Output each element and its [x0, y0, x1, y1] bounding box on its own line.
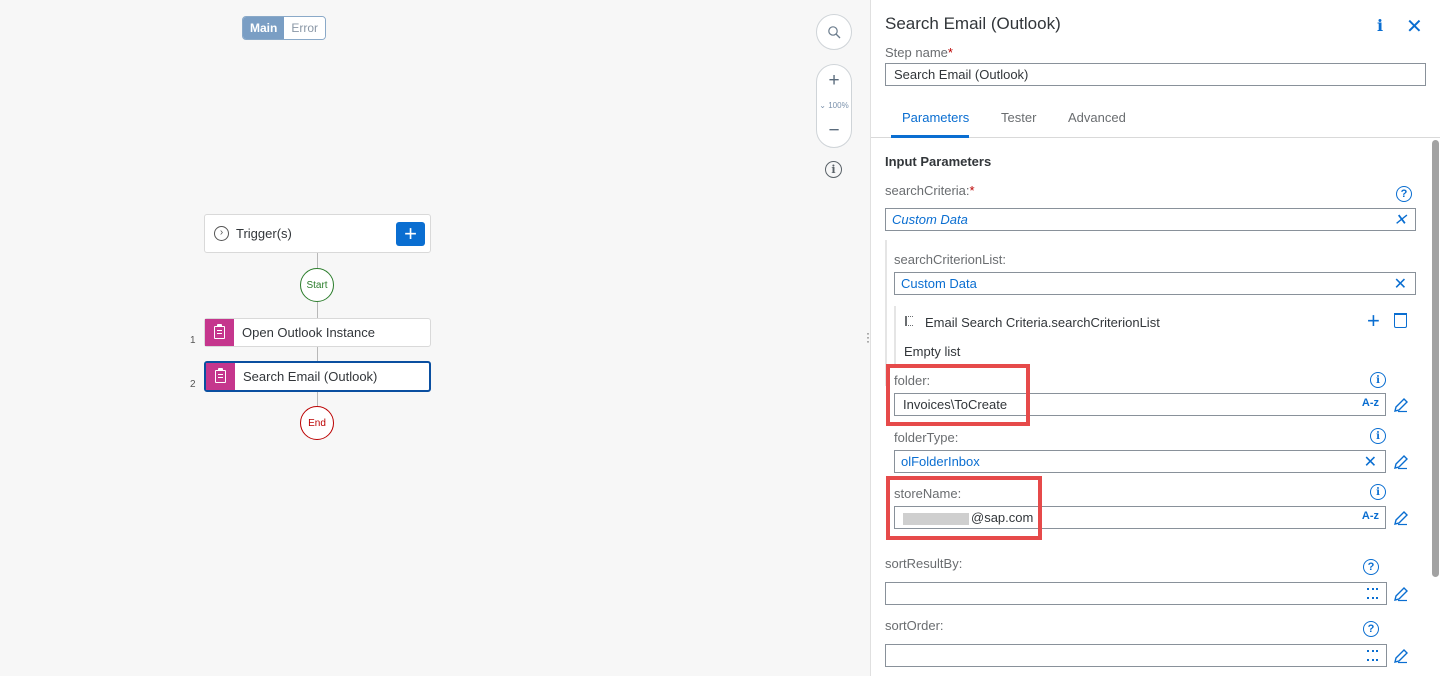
folder-highlight-box: [886, 364, 1030, 426]
step-search-email-outlook[interactable]: Search Email (Outlook): [204, 361, 431, 392]
zoom-control: + ⌄ 100% −: [816, 64, 852, 148]
searchcriterionlist-label: searchCriterionList:: [894, 252, 1006, 267]
edit-icon[interactable]: [1393, 586, 1409, 602]
active-tab-indicator: [891, 135, 969, 138]
close-icon[interactable]: ✕: [1406, 14, 1423, 39]
tab-tester[interactable]: Tester: [1001, 110, 1036, 125]
zoom-in-button[interactable]: +: [817, 71, 851, 91]
clear-icon[interactable]: ✕: [1394, 274, 1407, 294]
sortorder-field[interactable]: [885, 644, 1387, 667]
search-button[interactable]: [816, 14, 852, 50]
list-icon[interactable]: [1367, 650, 1378, 661]
branch-switch: Main Error: [242, 16, 327, 40]
end-node[interactable]: End: [300, 406, 334, 440]
step-label: Open Outlook Instance: [242, 325, 375, 340]
add-item-button[interactable]: +: [1367, 310, 1380, 332]
step-properties-panel: Search Email (Outlook) i ✕ Step name* Se…: [870, 0, 1440, 676]
clipboard-icon: [206, 363, 235, 390]
section-title: Input Parameters: [885, 154, 992, 169]
text-type-icon[interactable]: A-z: [1362, 510, 1379, 522]
required-marker: *: [969, 183, 975, 198]
step-number: 2: [190, 379, 196, 390]
search-icon: [828, 26, 841, 39]
flow-canvas: Main Error + ⌄ 100% − i › Trigger(s) + S…: [0, 0, 868, 676]
searchcriteria-label: searchCriteria:*: [885, 183, 975, 198]
step-number: 1: [190, 335, 196, 346]
step-open-outlook-instance[interactable]: Open Outlook Instance: [204, 318, 431, 347]
connector: [317, 253, 318, 268]
field-value: olFolderInbox: [901, 454, 980, 469]
field-value: Custom Data: [892, 212, 968, 227]
nesting-line: [894, 306, 896, 368]
list-icon: [905, 316, 913, 326]
zoom-out-button[interactable]: −: [817, 121, 851, 141]
panel-title: Search Email (Outlook): [885, 14, 1061, 33]
connector: [317, 392, 318, 406]
clear-icon[interactable]: ✕: [1364, 452, 1377, 472]
help-icon[interactable]: ?: [1363, 559, 1379, 575]
field-label: searchCriteria:: [885, 183, 970, 198]
add-trigger-button[interactable]: +: [396, 222, 425, 246]
foldertype-field[interactable]: olFolderInbox ✕: [894, 450, 1386, 473]
text-type-icon[interactable]: A-z: [1362, 397, 1379, 409]
clipboard-icon: [205, 319, 234, 346]
trigger-box[interactable]: › Trigger(s) +: [204, 214, 431, 253]
list-icon[interactable]: [1367, 588, 1378, 599]
foldertype-label: folderType:: [894, 430, 959, 445]
sortresultby-label: sortResultBy:: [885, 556, 963, 571]
edit-icon[interactable]: [1393, 454, 1409, 470]
empty-list-text: Empty list: [904, 344, 961, 359]
start-node[interactable]: Start: [300, 268, 334, 302]
main-branch-button[interactable]: Main: [243, 17, 285, 39]
connector: [317, 347, 318, 362]
trigger-label: Trigger(s): [236, 226, 292, 241]
step-name-label-text: Step name: [885, 45, 948, 60]
step-name-input[interactable]: Search Email (Outlook): [885, 63, 1426, 86]
step-name-label: Step name*: [885, 45, 953, 60]
info-icon[interactable]: i: [825, 161, 842, 178]
storename-highlight-box: [886, 476, 1042, 540]
tab-parameters[interactable]: Parameters: [902, 110, 969, 125]
edit-icon[interactable]: [1393, 397, 1409, 413]
tab-bar: Parameters Tester Advanced: [871, 102, 1440, 138]
sortresultby-field[interactable]: [885, 582, 1387, 605]
searchcriterionlist-field[interactable]: Custom Data ✕: [894, 272, 1416, 295]
info-icon[interactable]: i: [1370, 484, 1386, 500]
help-icon[interactable]: ?: [1363, 621, 1379, 637]
scrollbar[interactable]: [1432, 140, 1439, 577]
edit-icon[interactable]: [1393, 510, 1409, 526]
info-icon[interactable]: i: [1377, 16, 1383, 35]
help-icon[interactable]: ?: [1396, 186, 1412, 202]
zoom-level[interactable]: ⌄ 100%: [817, 101, 851, 110]
delete-icon[interactable]: [1394, 313, 1407, 328]
sortorder-label: sortOrder:: [885, 618, 944, 633]
connector: [317, 302, 318, 318]
clear-icon[interactable]: ✕: [1394, 210, 1407, 230]
field-value: Custom Data: [901, 276, 977, 291]
list-name: Email Search Criteria.searchCriterionLis…: [925, 315, 1160, 330]
chevron-right-icon[interactable]: ›: [214, 226, 229, 241]
error-branch-button[interactable]: Error: [284, 17, 326, 39]
required-marker: *: [947, 45, 953, 60]
step-label: Search Email (Outlook): [243, 369, 378, 384]
searchcriteria-field[interactable]: Custom Data ✕: [885, 208, 1416, 231]
tab-advanced[interactable]: Advanced: [1068, 110, 1126, 125]
edit-icon[interactable]: [1393, 648, 1409, 664]
zoom-level-value: 100%: [828, 101, 849, 110]
info-icon[interactable]: i: [1370, 372, 1386, 388]
info-icon[interactable]: i: [1370, 428, 1386, 444]
